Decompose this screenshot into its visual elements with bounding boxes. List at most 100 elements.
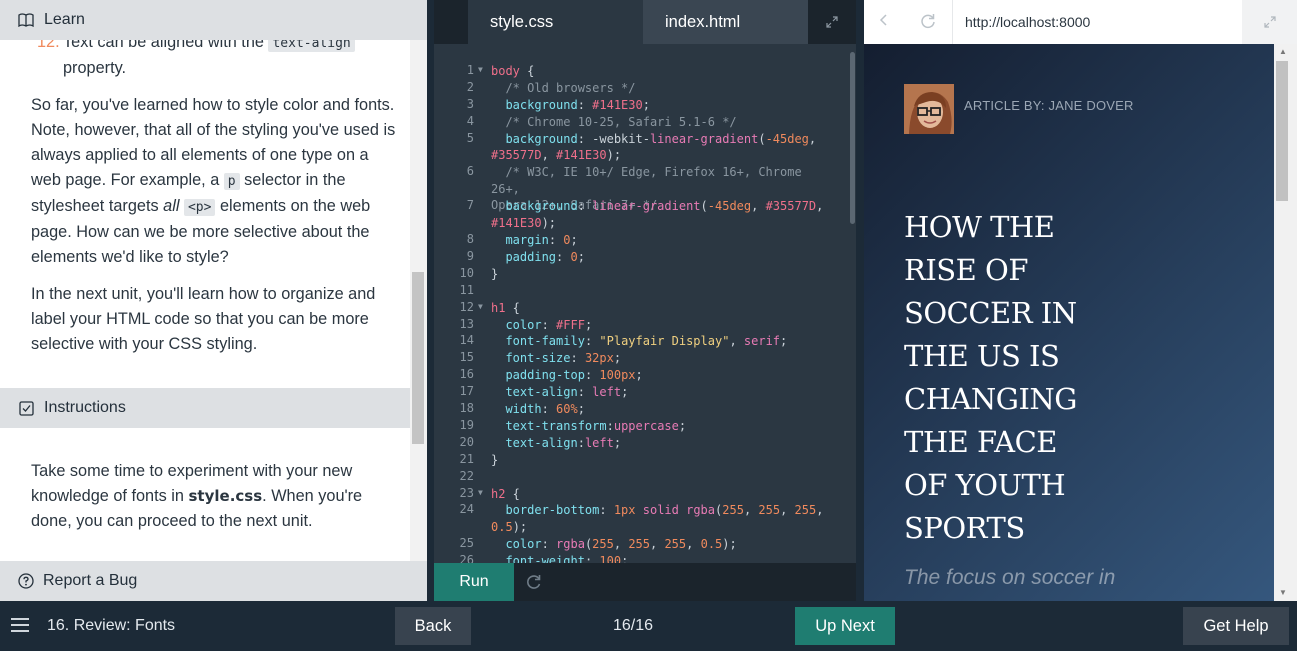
browser-expand-button[interactable] — [1242, 0, 1297, 44]
checkbox-icon — [18, 400, 34, 416]
report-bug-label: Report a Bug — [43, 572, 138, 589]
lesson-title[interactable]: 16. Review: Fonts — [47, 601, 175, 651]
code-line[interactable]: text-align: left; — [491, 384, 836, 401]
tab-index-html[interactable]: index.html — [643, 0, 808, 44]
browser-reload-icon[interactable] — [919, 12, 941, 34]
code-line[interactable]: padding-top: 100px; — [491, 367, 836, 384]
code-line[interactable]: font-family: "Playfair Display", serif; — [491, 333, 836, 350]
url-text: http://localhost:8000 — [965, 14, 1091, 30]
author-avatar — [904, 84, 954, 134]
fold-arrow-icon[interactable]: ▼ — [478, 65, 483, 74]
run-bar: Run — [434, 563, 856, 601]
code-line[interactable]: h2 { — [491, 486, 836, 503]
code-line[interactable]: background: -webkit-linear-gradient(-45d… — [491, 131, 836, 164]
code-line[interactable]: /* Old browsers */ — [491, 80, 836, 97]
learn-content: 12. Text can be aligned with the text-al… — [31, 30, 396, 369]
menu-icon[interactable] — [11, 618, 29, 632]
line-number: 17 — [459, 384, 474, 399]
line-number: 7 — [466, 198, 474, 213]
line-number: 5 — [466, 130, 474, 145]
up-next-label: Up Next — [815, 616, 875, 635]
browser-address-bar: http://localhost:8000 — [864, 0, 1297, 44]
line-number: 4 — [466, 113, 474, 128]
reset-code-icon[interactable] — [524, 572, 544, 592]
expand-icon — [1263, 16, 1276, 28]
code-line[interactable]: } — [491, 452, 836, 469]
emphasis-text: all — [163, 197, 180, 215]
code-line[interactable]: } — [491, 266, 836, 283]
code-line[interactable]: padding: 0; — [491, 249, 836, 266]
url-field[interactable]: http://localhost:8000 — [952, 0, 1242, 44]
code-line[interactable]: background: linear-gradient(-45deg, #355… — [491, 198, 836, 231]
learn-header[interactable]: Learn — [0, 0, 427, 40]
rendered-page: ARTICLE BY: JANE DOVER How the rise of s… — [864, 44, 1274, 601]
learn-paragraph-1: So far, you've learned how to style colo… — [31, 93, 396, 270]
code-line[interactable]: color: rgba(255, 255, 255, 0.5); — [491, 536, 836, 553]
code-line[interactable]: /* Chrome 10-25, Safari 5.1-6 */ — [491, 114, 836, 131]
instructions-header-label: Instructions — [44, 399, 126, 416]
learn-panel: 12. Text can be aligned with the text-al… — [0, 0, 427, 601]
learn-scrollbar-thumb[interactable] — [412, 272, 424, 444]
code-line[interactable]: text-transform:uppercase; — [491, 418, 836, 435]
code-line[interactable]: font-weight: 100; — [491, 553, 836, 563]
learn-paragraph-2: In the next unit, you'll learn how to or… — [31, 285, 376, 353]
article-byline: ARTICLE BY: JANE DOVER — [964, 98, 1134, 113]
up-next-button[interactable]: Up Next — [795, 607, 895, 645]
learn-header-label: Learn — [44, 11, 85, 28]
inline-code: p — [223, 173, 240, 190]
back-button[interactable]: Back — [395, 607, 471, 645]
report-bug-button[interactable]: Report a Bug — [0, 561, 427, 601]
line-number: 25 — [459, 536, 474, 551]
line-number: 11 — [459, 282, 474, 297]
line-number: 9 — [466, 248, 474, 263]
article-headline: How the rise of soccer in the US is chan… — [904, 210, 1077, 545]
line-number: 26 — [459, 553, 474, 563]
code-line[interactable]: border-bottom: 1px solid rgba(255, 255, … — [491, 502, 836, 535]
line-number: 13 — [459, 316, 474, 331]
get-help-button[interactable]: Get Help — [1183, 607, 1289, 645]
line-number: 22 — [459, 468, 474, 483]
line-number: 3 — [466, 96, 474, 111]
fold-arrow-icon[interactable]: ▼ — [478, 302, 483, 311]
inline-code: <p> — [183, 199, 216, 216]
back-label: Back — [414, 616, 452, 635]
line-number: 10 — [459, 265, 474, 280]
browser-preview-panel: http://localhost:8000 ARTICLE BY: JANE D… — [864, 0, 1297, 601]
code-area[interactable]: 1 ▼ body { 2 /* Old browsers */ 3 background… — [434, 44, 856, 563]
fold-arrow-icon[interactable]: ▼ — [478, 488, 483, 497]
tab-label: index.html — [665, 12, 741, 31]
code-line[interactable]: background: #141E30; — [491, 97, 836, 114]
code-editor-panel: style.css index.html 1 ▼ body { 2 /* Old br… — [434, 0, 856, 601]
run-label: Run — [459, 573, 489, 590]
code-line[interactable]: font-size: 32px; — [491, 350, 836, 367]
line-number: 15 — [459, 350, 474, 365]
browser-scrollbar-thumb[interactable] — [1276, 61, 1288, 201]
code-line[interactable]: margin: 0; — [491, 232, 836, 249]
line-number: 2 — [466, 79, 474, 94]
tab-style-css[interactable]: style.css — [468, 0, 643, 44]
scroll-up-icon[interactable]: ▲ — [1278, 47, 1288, 57]
line-number: 14 — [459, 333, 474, 348]
editor-tabs: style.css index.html — [434, 0, 856, 44]
line-number: 24 — [459, 502, 474, 517]
line-number: 21 — [459, 451, 474, 466]
code-line[interactable]: width: 60%; — [491, 401, 836, 418]
line-number: 20 — [459, 434, 474, 449]
progress-indicator: 16/16 — [612, 617, 654, 634]
line-number: 1 — [466, 63, 474, 77]
instructions-header[interactable]: Instructions — [0, 388, 427, 428]
list-item-text-end: property. — [63, 59, 127, 77]
code-line[interactable]: h1 { — [491, 300, 836, 317]
editor-expand-button[interactable] — [808, 0, 856, 44]
run-button[interactable]: Run — [434, 563, 514, 601]
code-line[interactable]: text-align:left; — [491, 435, 836, 452]
code-scrollbar-thumb[interactable] — [850, 52, 855, 224]
code-line[interactable]: color: #FFF; — [491, 317, 836, 334]
bottom-navigation-bar: 16. Review: Fonts Back 16/16 Up Next Get… — [0, 601, 1297, 651]
help-circle-icon — [18, 573, 34, 589]
line-number: 12 — [459, 299, 474, 314]
code-line[interactable]: body { — [491, 63, 836, 80]
expand-icon — [826, 16, 838, 28]
browser-back-icon[interactable] — [876, 12, 896, 32]
scroll-down-icon[interactable]: ▼ — [1278, 588, 1288, 598]
